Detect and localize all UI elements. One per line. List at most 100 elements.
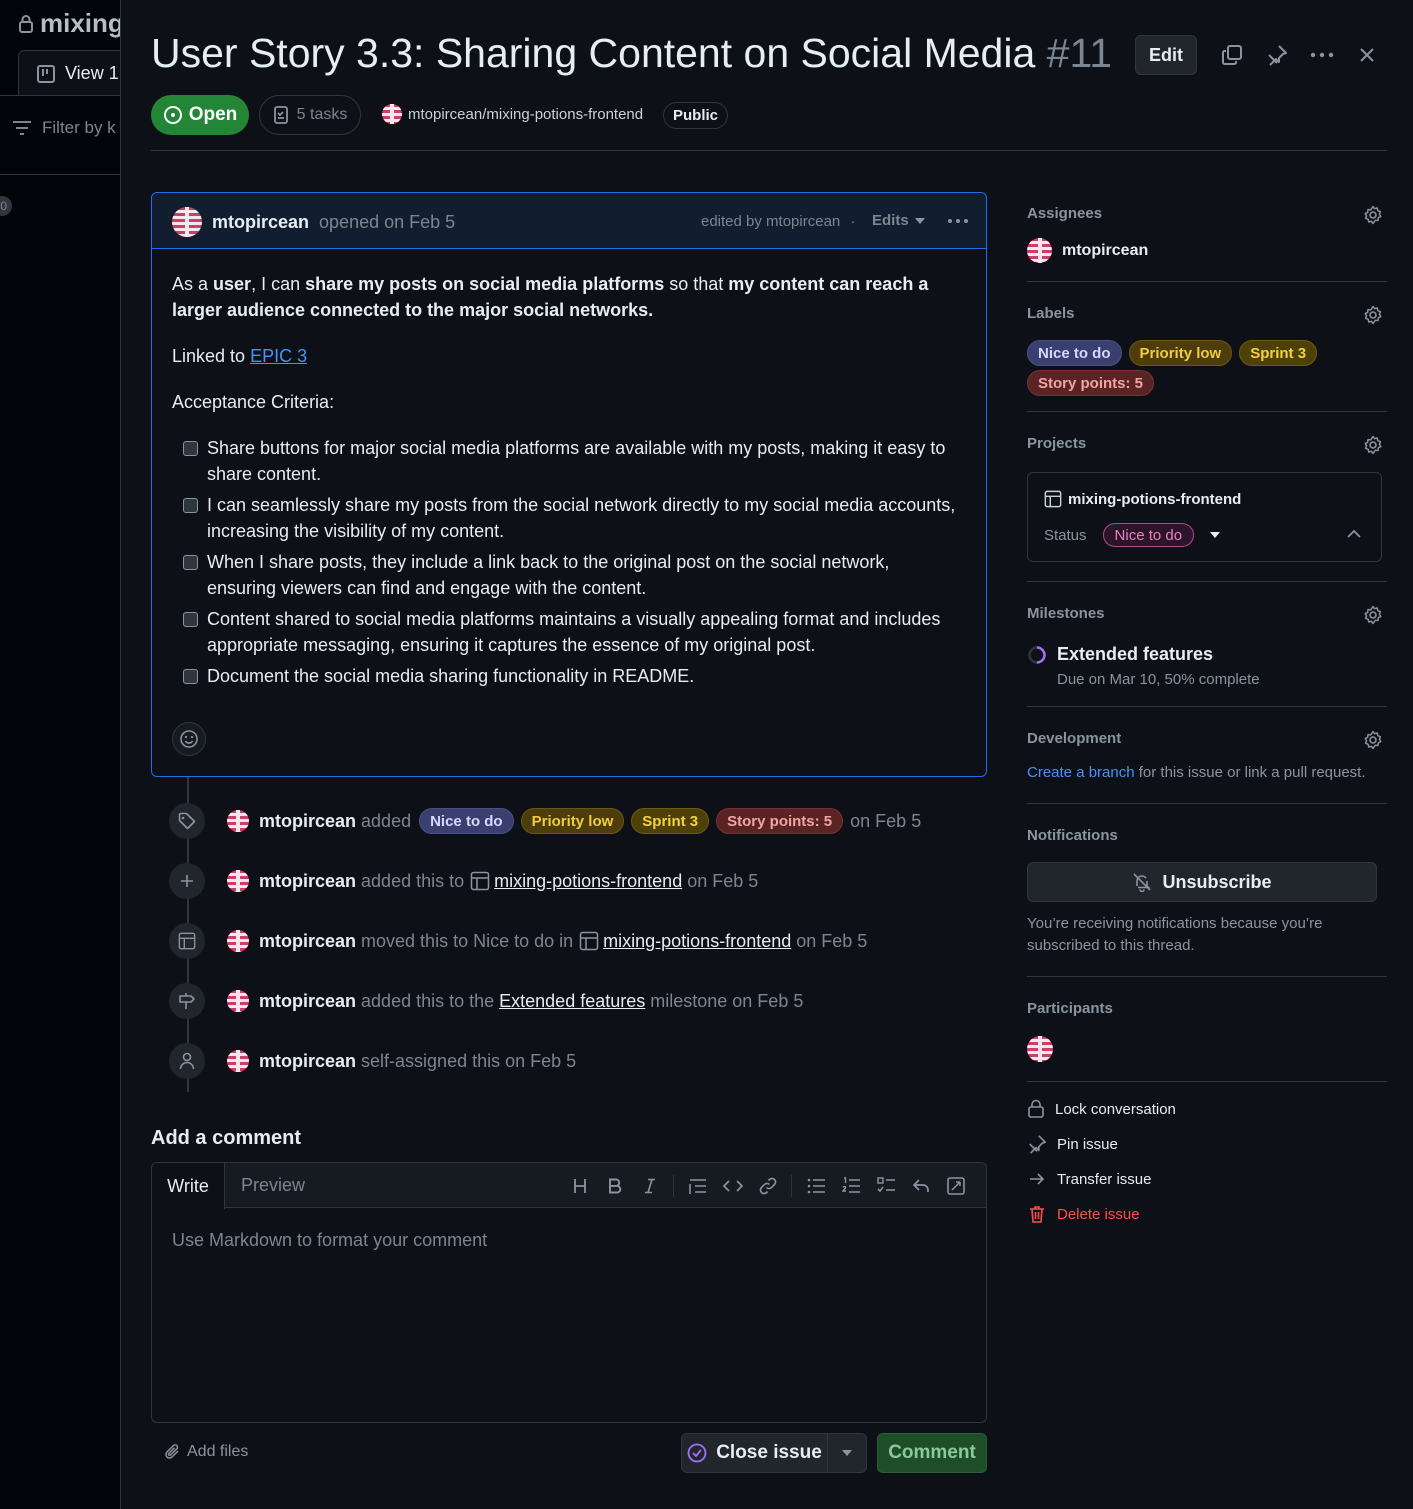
unsubscribe-button[interactable]: Unsubscribe	[1027, 862, 1377, 902]
avatar[interactable]	[227, 1050, 249, 1072]
copy-icon[interactable]	[1217, 40, 1247, 70]
task-checkbox[interactable]	[183, 441, 198, 456]
assignee[interactable]: mtopircean	[1027, 238, 1387, 263]
tab-write[interactable]: Write	[152, 1163, 225, 1209]
edit-button[interactable]: Edit	[1135, 35, 1197, 75]
avatar[interactable]	[1027, 1036, 1053, 1062]
caret-down-icon[interactable]	[1210, 532, 1221, 538]
bold-icon[interactable]	[597, 1171, 632, 1201]
project-link[interactable]: mixing-potions-frontend	[1044, 490, 1241, 508]
project-link[interactable]: mixing-potions-frontend	[494, 871, 682, 892]
create-branch-link[interactable]: Create a branch	[1027, 764, 1135, 781]
pin-icon[interactable]	[1262, 40, 1292, 70]
pin-icon	[1029, 1135, 1046, 1154]
transfer-issue-button[interactable]: Transfer issue	[1027, 1169, 1151, 1189]
avatar[interactable]	[227, 870, 249, 892]
edits-dropdown[interactable]: Edits	[872, 212, 925, 229]
gear-icon[interactable]	[1363, 435, 1383, 455]
label-badge[interactable]: Priority low	[1128, 340, 1233, 366]
comment-button[interactable]: Comment	[877, 1433, 987, 1473]
code-icon[interactable]	[715, 1171, 750, 1201]
status-value[interactable]: Nice to do	[1102, 523, 1195, 547]
avatar[interactable]	[227, 990, 249, 1012]
task-checkbox[interactable]	[183, 669, 198, 684]
close-icon[interactable]	[1352, 40, 1382, 70]
label-badge[interactable]: Nice to do	[419, 808, 514, 834]
trash-icon	[1030, 1206, 1044, 1223]
filter-input[interactable]: Filter by k	[12, 118, 116, 138]
task-list-icon[interactable]	[868, 1171, 903, 1201]
lock-conversation-button[interactable]: Lock conversation	[1027, 1099, 1176, 1119]
divider	[1027, 281, 1387, 282]
project-title[interactable]: mixing	[18, 8, 120, 39]
label-badge[interactable]: Story points: 5	[716, 808, 844, 834]
divider	[1027, 976, 1387, 977]
issue-body-header: mtopircean opened on Feb 5 edited by mto…	[152, 193, 986, 249]
close-options-dropdown[interactable]	[828, 1434, 866, 1472]
milestone-link[interactable]: Extended features	[499, 991, 645, 1012]
participants-heading: Participants	[1027, 1000, 1113, 1017]
fullscreen-icon[interactable]	[938, 1171, 973, 1201]
timeline-event-labels: mtopircean added Nice to do Priority low…	[169, 803, 921, 839]
notifications-reason: You’re receiving notifications because y…	[1027, 915, 1323, 954]
chevron-up-icon[interactable]	[1347, 529, 1361, 538]
add-files-button[interactable]: Add files	[165, 1443, 248, 1461]
comment-textarea[interactable]: Use Markdown to format your comment	[172, 1230, 487, 1251]
label-badge[interactable]: Story points: 5	[1027, 370, 1155, 396]
development-heading: Development	[1027, 730, 1122, 747]
tasks-count[interactable]: 5 tasks	[259, 95, 361, 135]
participants-section: Participants	[1027, 1000, 1387, 1067]
numbered-list-icon[interactable]	[833, 1171, 868, 1201]
actor-name[interactable]: mtopircean	[259, 991, 356, 1012]
avatar[interactable]	[227, 810, 249, 832]
tab-preview[interactable]: Preview	[241, 1175, 305, 1196]
avatar[interactable]	[172, 207, 202, 237]
view-tab[interactable]: View 1	[18, 50, 120, 96]
more-icon[interactable]	[1307, 40, 1337, 70]
repo-link[interactable]: mtopircean/mixing-potions-frontend	[382, 104, 643, 124]
label-badge[interactable]: Priority low	[520, 808, 625, 834]
label-badge[interactable]: Nice to do	[1027, 340, 1122, 366]
count-badge: 0	[0, 196, 12, 216]
comment-composer: Write Preview Use Markdown to format you…	[151, 1162, 987, 1423]
italic-icon[interactable]	[632, 1171, 667, 1201]
heading-icon[interactable]	[562, 1171, 597, 1201]
add-comment-heading: Add a comment	[151, 1127, 302, 1149]
task-checkbox[interactable]	[183, 498, 198, 513]
reply-icon[interactable]	[903, 1171, 938, 1201]
actor-name[interactable]: mtopircean	[259, 811, 356, 832]
divider	[0, 174, 120, 175]
project-link[interactable]: mixing-potions-frontend	[603, 931, 791, 952]
smiley-icon	[180, 730, 198, 748]
list-item: I can seamlessly share my posts from the…	[172, 492, 962, 544]
delete-issue-button[interactable]: Delete issue	[1027, 1204, 1140, 1224]
label-badge[interactable]: Sprint 3	[1239, 340, 1318, 366]
quote-icon[interactable]	[680, 1171, 715, 1201]
task-checkbox[interactable]	[183, 612, 198, 627]
more-icon[interactable]	[947, 207, 969, 230]
milestone-due: Due on Mar 10, 50% complete	[1057, 671, 1260, 688]
link-icon[interactable]	[750, 1171, 785, 1201]
list-item: Share buttons for major social media pla…	[172, 435, 962, 487]
author-name[interactable]: mtopircean	[212, 212, 309, 233]
gear-icon[interactable]	[1363, 305, 1383, 325]
label-badge[interactable]: Sprint 3	[631, 808, 710, 834]
gear-icon[interactable]	[1363, 605, 1383, 625]
arrow-right-icon	[1030, 1173, 1045, 1185]
divider	[0, 95, 120, 96]
actor-name[interactable]: mtopircean	[259, 931, 356, 952]
actor-name[interactable]: mtopircean	[259, 1051, 356, 1072]
avatar[interactable]	[227, 930, 249, 952]
epic-link[interactable]: EPIC 3	[250, 346, 307, 366]
bullet-list-icon[interactable]	[798, 1171, 833, 1201]
close-issue-button[interactable]: Close issue	[681, 1433, 867, 1473]
milestone[interactable]: Extended features	[1027, 644, 1387, 665]
gear-icon[interactable]	[1363, 205, 1383, 225]
add-reaction-button[interactable]	[172, 722, 206, 756]
caret-down-icon	[914, 217, 925, 224]
actor-name[interactable]: mtopircean	[259, 871, 356, 892]
issue-title: User Story 3.3: Sharing Content on Socia…	[151, 30, 1113, 76]
gear-icon[interactable]	[1363, 730, 1383, 750]
task-checkbox[interactable]	[183, 555, 198, 570]
pin-issue-button[interactable]: Pin issue	[1027, 1134, 1118, 1154]
